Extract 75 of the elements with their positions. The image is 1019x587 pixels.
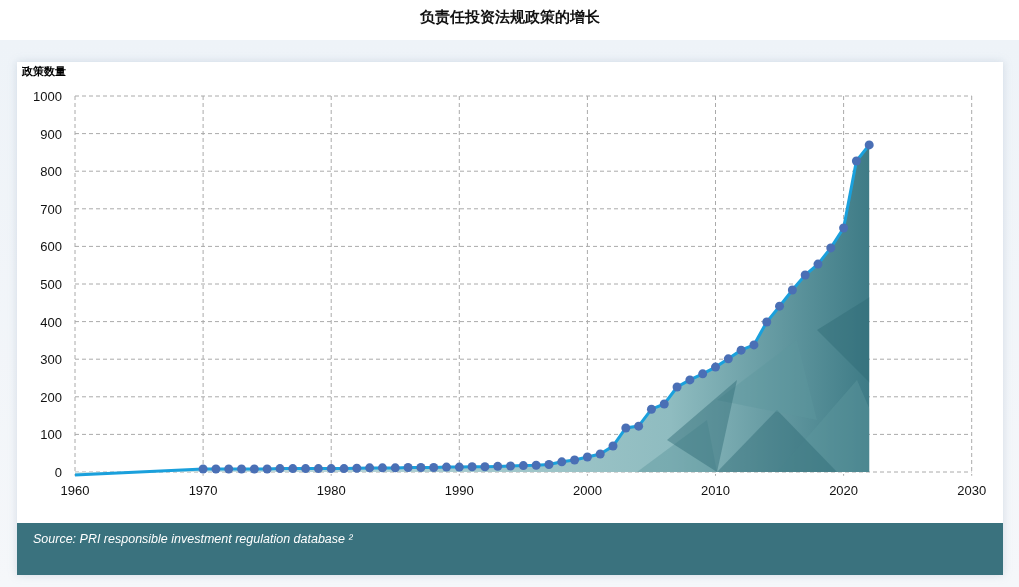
data-point bbox=[262, 464, 272, 474]
y-tick-label: 600 bbox=[40, 239, 62, 255]
data-point bbox=[672, 382, 682, 392]
data-point bbox=[698, 369, 708, 379]
x-tick-label: 2020 bbox=[829, 483, 859, 498]
y-tick-label: 0 bbox=[54, 465, 62, 480]
y-tick-label: 800 bbox=[40, 164, 62, 180]
y-tick-label: 100 bbox=[40, 427, 62, 443]
data-point bbox=[570, 455, 580, 465]
data-point bbox=[403, 463, 413, 472]
data-point bbox=[621, 423, 631, 433]
data-point bbox=[454, 462, 464, 472]
data-point bbox=[723, 354, 733, 364]
data-point bbox=[864, 140, 874, 150]
data-point bbox=[275, 464, 285, 474]
y-axis-label: 政策数量 bbox=[21, 64, 66, 80]
data-point bbox=[518, 461, 528, 471]
y-tick-label: 200 bbox=[40, 389, 62, 405]
data-point bbox=[582, 452, 592, 462]
x-tick-label: 1960 bbox=[60, 483, 90, 498]
data-point bbox=[646, 404, 656, 414]
data-point bbox=[762, 317, 772, 327]
data-point bbox=[198, 464, 208, 474]
y-tick-label: 900 bbox=[40, 126, 62, 142]
data-point bbox=[224, 464, 234, 474]
data-point bbox=[736, 345, 746, 355]
data-point bbox=[288, 464, 298, 474]
data-point bbox=[313, 464, 323, 474]
x-tick-label: 1980 bbox=[316, 483, 346, 498]
data-point bbox=[839, 223, 849, 233]
data-point bbox=[493, 461, 503, 471]
data-point bbox=[711, 362, 720, 372]
data-point bbox=[467, 462, 477, 472]
data-point bbox=[813, 259, 823, 269]
data-point bbox=[595, 449, 605, 459]
data-point bbox=[685, 375, 695, 385]
x-tick-label: 1990 bbox=[444, 483, 474, 498]
x-tick-label: 2000 bbox=[572, 483, 602, 498]
data-point bbox=[365, 463, 375, 473]
x-tick-label: 2010 bbox=[701, 483, 730, 498]
x-tick-label: 1970 bbox=[188, 483, 218, 498]
data-point bbox=[390, 463, 400, 473]
y-tick-label: 700 bbox=[40, 201, 62, 217]
y-tick-label: 500 bbox=[40, 277, 62, 292]
data-point bbox=[377, 463, 387, 473]
data-point bbox=[544, 460, 554, 469]
data-point bbox=[442, 462, 451, 472]
source-text: Source: PRI responsible investment regulation database ² bbox=[33, 532, 353, 546]
data-point bbox=[211, 464, 221, 474]
data-point bbox=[531, 460, 541, 470]
data-point bbox=[608, 441, 618, 451]
data-point bbox=[749, 340, 759, 350]
data-point bbox=[659, 399, 669, 409]
data-point bbox=[339, 464, 349, 474]
data-point bbox=[352, 463, 362, 473]
data-point bbox=[557, 457, 567, 467]
data-point bbox=[826, 243, 836, 253]
data-point bbox=[800, 270, 810, 280]
data-point bbox=[237, 464, 247, 474]
data-point bbox=[634, 421, 644, 431]
data-point bbox=[429, 463, 439, 472]
data-point bbox=[480, 462, 490, 472]
data-point bbox=[506, 461, 516, 471]
y-tick-label: 1000 bbox=[33, 89, 62, 104]
data-point bbox=[787, 285, 797, 295]
chart-title: 负责任投资法规政策的增长 bbox=[418, 7, 601, 28]
y-tick-label: 300 bbox=[40, 352, 62, 368]
y-tick-label: 400 bbox=[40, 314, 62, 330]
data-point bbox=[416, 463, 426, 472]
data-point bbox=[249, 464, 259, 474]
data-point bbox=[326, 464, 336, 474]
data-point bbox=[775, 301, 785, 311]
data-point bbox=[851, 156, 861, 166]
x-tick-label: 2030 bbox=[957, 483, 987, 498]
data-point bbox=[301, 464, 311, 474]
